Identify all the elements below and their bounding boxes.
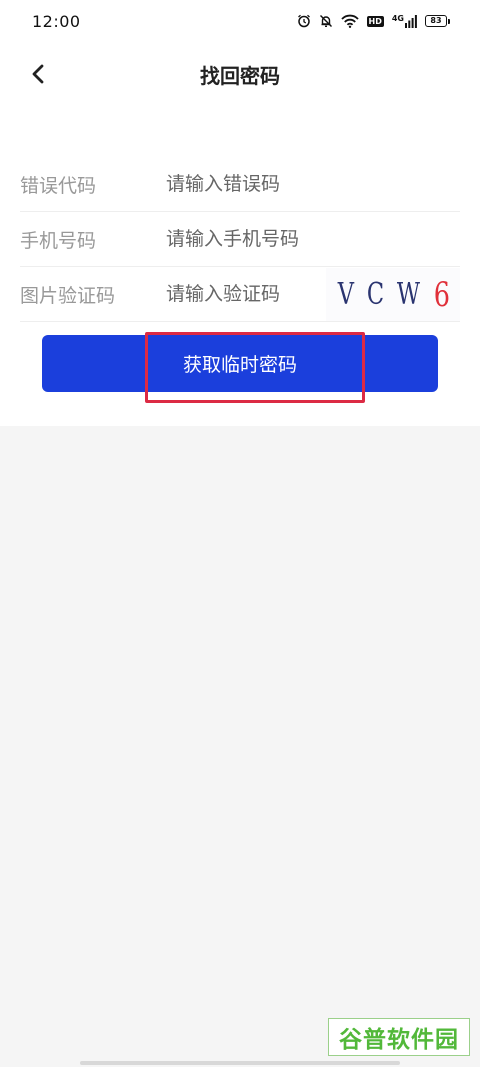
- hd-icon: HD: [366, 15, 384, 27]
- home-indicator[interactable]: [80, 1061, 400, 1065]
- phone-row: 手机号码: [20, 212, 460, 267]
- get-temp-password-label: 获取临时密码: [182, 354, 297, 376]
- alarm-icon: [297, 14, 311, 28]
- error-code-input[interactable]: [166, 173, 366, 195]
- captcha-row: 图片验证码 V C W 6: [20, 267, 460, 322]
- captcha-char: C: [366, 277, 384, 312]
- battery-level: 83: [425, 15, 447, 27]
- watermark-text: 谷普软件园: [339, 1027, 459, 1053]
- get-temp-password-button[interactable]: 获取临时密码: [42, 335, 438, 392]
- phone-input[interactable]: [166, 228, 366, 250]
- error-code-label: 错误代码: [20, 174, 97, 197]
- mute-bell-icon: [319, 14, 333, 28]
- captcha-input[interactable]: [166, 283, 316, 305]
- captcha-label: 图片验证码: [20, 284, 116, 307]
- phone-label: 手机号码: [20, 229, 97, 252]
- captcha-char: 6: [433, 274, 450, 315]
- network-type-label: 4G: [391, 13, 404, 23]
- page-title: 找回密码: [200, 64, 280, 88]
- captcha-image[interactable]: V C W 6: [326, 268, 460, 321]
- wifi-icon: [340, 14, 359, 28]
- status-bar: 12:00 HD 4G 83: [0, 0, 480, 42]
- status-time: 12:00: [32, 11, 81, 31]
- captcha-char: V: [338, 277, 355, 312]
- status-icons: HD 4G 83: [297, 14, 450, 28]
- signal-icon: 4G: [391, 13, 417, 28]
- captcha-char: W: [397, 277, 421, 312]
- nav-bar: 找回密码: [0, 48, 480, 100]
- battery-icon: 83: [425, 15, 450, 27]
- watermark-logo: 谷普软件园: [328, 1018, 470, 1056]
- error-code-row: 错误代码: [20, 157, 460, 212]
